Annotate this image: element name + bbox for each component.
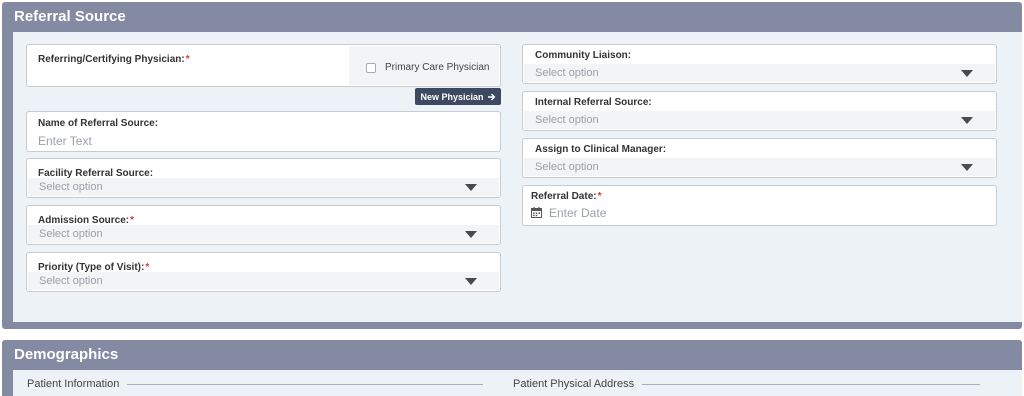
caret-down-icon (465, 278, 477, 285)
demographics-title: Demographics (14, 346, 119, 363)
internal-referral-select[interactable]: Internal Referral Source: Select option (522, 91, 997, 131)
referral-source-name-input[interactable]: Enter Text (38, 134, 92, 148)
primary-care-area: Primary Care Physician (349, 46, 499, 85)
community-liaison-value: Select option (535, 67, 599, 79)
facility-referral-select[interactable]: Facility Referral Source: Select option (26, 158, 501, 198)
demographics-body: Patient Information Patient Physical Add… (13, 370, 1022, 396)
referral-source-panel: Referral Source Referring/Certifying Phy… (2, 2, 1022, 329)
caret-down-icon (465, 231, 477, 238)
internal-referral-label: Internal Referral Source: (535, 97, 652, 108)
clinical-manager-value: Select option (535, 161, 599, 173)
new-physician-label: New Physician (420, 91, 484, 102)
required-mark: * (597, 191, 602, 202)
referral-source-name-field[interactable]: Name of Referral Source: Enter Text (26, 111, 501, 152)
caret-down-icon (961, 117, 973, 124)
referring-physician-field[interactable]: Referring/Certifying Physician:* Primary… (26, 44, 501, 87)
new-physician-button[interactable]: New Physician (415, 88, 501, 105)
caret-down-icon (961, 164, 973, 171)
primary-care-checkbox[interactable] (366, 63, 376, 73)
patient-address-label: Patient Physical Address (513, 378, 635, 390)
admission-source-select[interactable]: Admission Source:* Select option (26, 205, 501, 245)
priority-select[interactable]: Priority (Type of Visit):* Select option (26, 252, 501, 292)
community-liaison-label: Community Liaison: (535, 50, 632, 61)
priority-dropdown[interactable]: Select option (28, 272, 499, 290)
community-liaison-dropdown[interactable]: Select option (524, 64, 995, 82)
patient-information-section: Patient Information (27, 378, 484, 390)
referral-source-title: Referral Source (14, 8, 126, 25)
internal-referral-value: Select option (535, 114, 599, 126)
caret-down-icon (961, 70, 973, 77)
referral-date-field[interactable]: Referral Date:* Enter Date (522, 185, 997, 226)
clinical-manager-select[interactable]: Assign to Clinical Manager: Select optio… (522, 138, 997, 178)
referral-date-input[interactable]: Enter Date (549, 206, 606, 220)
primary-care-label: Primary Care Physician (385, 62, 490, 73)
clinical-manager-label: Assign to Clinical Manager: (535, 144, 667, 155)
referral-date-label: Referral Date:* (531, 191, 602, 202)
internal-referral-dropdown[interactable]: Select option (524, 111, 995, 129)
facility-referral-dropdown[interactable]: Select option (28, 178, 499, 196)
patient-information-label: Patient Information (27, 378, 120, 390)
admission-source-value: Select option (39, 228, 103, 240)
priority-value: Select option (39, 275, 103, 287)
admission-source-dropdown[interactable]: Select option (28, 225, 499, 243)
clinical-manager-dropdown[interactable]: Select option (524, 158, 995, 176)
facility-referral-value: Select option (39, 181, 103, 193)
referral-source-name-label: Name of Referral Source: (38, 118, 159, 129)
section-divider (127, 383, 484, 385)
referral-source-body: Referring/Certifying Physician:* Primary… (13, 32, 1022, 322)
community-liaison-select[interactable]: Community Liaison: Select option (522, 44, 997, 84)
demographics-panel: Demographics Patient Information Patient… (2, 340, 1022, 396)
calendar-icon (531, 207, 542, 218)
referring-physician-label: Referring/Certifying Physician:* (38, 54, 190, 65)
arrow-right-icon (487, 93, 495, 100)
patient-address-section: Patient Physical Address (513, 378, 981, 390)
caret-down-icon (465, 184, 477, 191)
section-divider (642, 383, 981, 385)
required-mark: * (185, 54, 190, 65)
